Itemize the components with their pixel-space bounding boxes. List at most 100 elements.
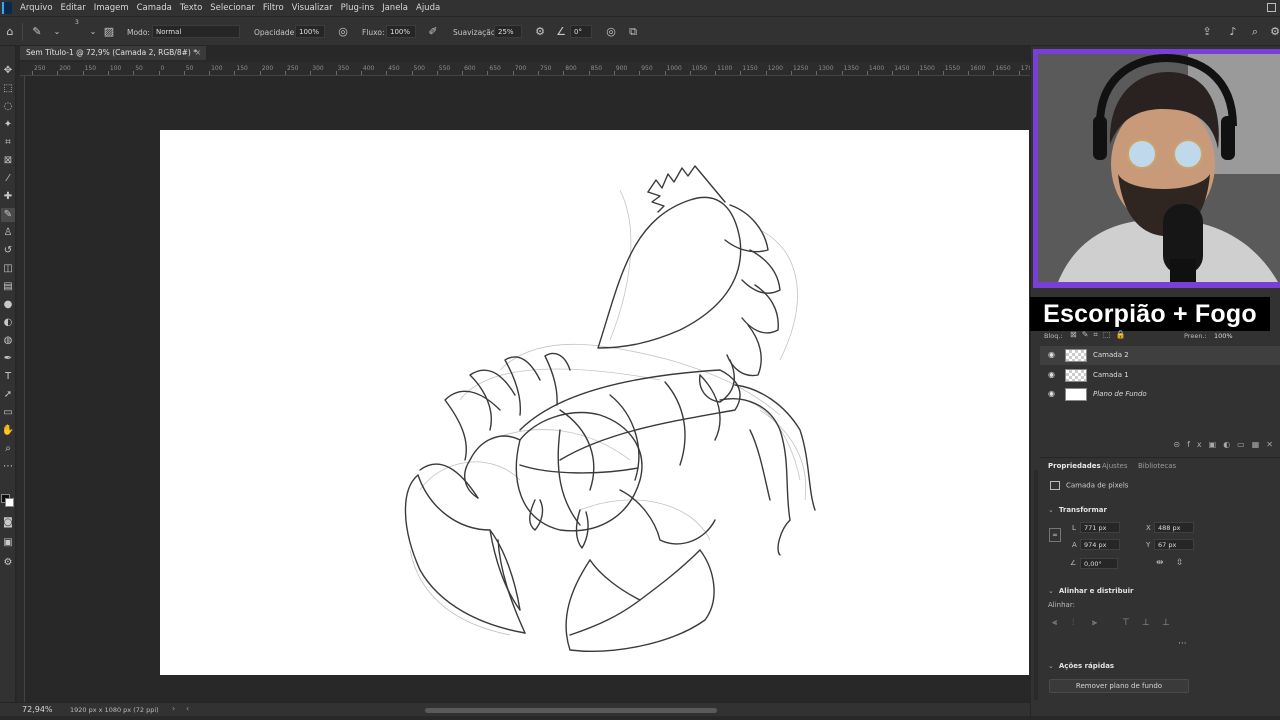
chevron-right-icon[interactable]: › [172, 704, 175, 713]
menu-editar[interactable]: Editar [57, 3, 90, 13]
canvas[interactable] [160, 130, 1029, 675]
pen-tool-icon[interactable]: ✒ [1, 352, 15, 366]
shape-tool-icon[interactable]: ▭ [1, 406, 15, 420]
menu-filtro[interactable]: Filtro [259, 3, 288, 13]
chevron-down-icon[interactable]: ⌄ [50, 25, 64, 39]
eye-icon[interactable]: ◉ [1048, 390, 1058, 398]
menu-plugins[interactable]: Plug-ins [337, 3, 379, 13]
quick-actions-section[interactable]: ⌄ Ações rápidas [1048, 662, 1114, 670]
gear-icon[interactable]: ⚙ [533, 25, 547, 39]
blur-tool-icon[interactable]: ● [1, 298, 15, 312]
frame-tool-icon[interactable]: ⊠ [1, 154, 15, 168]
chevron-down-icon[interactable]: ⌄ [1048, 662, 1054, 670]
panel-scrollbar[interactable] [1034, 470, 1038, 700]
layer-item[interactable]: ◉ Plano de Fundo [1040, 385, 1280, 404]
opacity-field[interactable]: 100% [295, 25, 325, 38]
align-center-h-icon[interactable]: ⫶ [1072, 618, 1074, 628]
menu-ajuda[interactable]: Ajuda [412, 3, 444, 13]
gradient-tool-icon[interactable]: ▤ [1, 280, 15, 294]
hand-tool-icon[interactable]: ✋ [1, 424, 15, 438]
search-icon[interactable]: ⌕ [1248, 25, 1262, 39]
history-brush-tool-icon[interactable]: ↺ [1, 244, 15, 258]
fill-value[interactable]: 100% [1214, 332, 1233, 340]
menu-janela[interactable]: Janela [378, 3, 412, 13]
x-field[interactable]: 488 px [1154, 522, 1194, 533]
mode-select[interactable]: Normal [152, 25, 240, 38]
brush-icon[interactable]: ✎ [30, 25, 44, 39]
eraser-tool-icon[interactable]: ◫ [1, 262, 15, 276]
sponge-tool-icon[interactable]: ◍ [1, 334, 15, 348]
tab-ajustes[interactable]: Ajustes [1102, 462, 1128, 470]
chevron-down-icon[interactable]: ⌄ [1048, 587, 1054, 595]
magic-wand-tool-icon[interactable]: ✦ [1, 118, 15, 132]
stamp-tool-icon[interactable]: ♙ [1, 226, 15, 240]
vertical-ruler[interactable] [17, 76, 25, 702]
crop-tool-icon[interactable]: ⌗ [1, 136, 15, 150]
flip-horizontal-icon[interactable]: ⇹ [1156, 558, 1164, 568]
zoom-tool-icon[interactable]: ⌕ [1, 442, 15, 456]
close-icon[interactable]: × [195, 46, 201, 60]
menu-visualizar[interactable]: Visualizar [288, 3, 337, 13]
y-field[interactable]: 67 px [1154, 539, 1194, 550]
symmetry-icon[interactable]: ⧉ [626, 25, 640, 39]
link-icon[interactable]: ∞ [1049, 528, 1061, 542]
width-field[interactable]: 771 px [1080, 522, 1120, 533]
airbrush-icon[interactable]: ✐ [426, 25, 440, 39]
align-left-icon[interactable]: ⫷ [1052, 618, 1057, 628]
menu-imagem[interactable]: Imagem [90, 3, 133, 13]
edit-toolbar-icon[interactable]: ⚙ [1, 556, 15, 570]
eyedropper-tool-icon[interactable]: ⁄ [1, 172, 15, 186]
brush-settings-panel-icon[interactable]: ▨ [102, 25, 116, 39]
move-tool-icon[interactable]: ✥ [1, 64, 15, 78]
flip-vertical-icon[interactable]: ⇳ [1176, 558, 1184, 568]
smoothing-field[interactable]: 25% [494, 25, 522, 38]
align-section[interactable]: ⌄ Alinhar e distribuir [1048, 587, 1133, 595]
flow-field[interactable]: 100% [386, 25, 416, 38]
eye-icon[interactable]: ◉ [1048, 351, 1058, 359]
type-tool-icon[interactable]: T [1, 370, 15, 384]
chevron-down-icon[interactable]: ⌄ [86, 25, 100, 39]
layer-panel-actions[interactable]: ⊝fx▣◐▭▦✕ [1040, 440, 1280, 452]
share-icon[interactable]: ⇪ [1200, 25, 1214, 39]
scroll-left-icon[interactable]: ‹ [186, 704, 189, 713]
marquee-tool-icon[interactable]: ⬚ [1, 82, 15, 96]
screen-mode-icon[interactable]: ▣ [1, 536, 15, 550]
remove-background-button[interactable]: Remover plano de fundo [1049, 679, 1189, 693]
eye-icon[interactable]: ◉ [1048, 371, 1058, 379]
dodge-tool-icon[interactable]: ◐ [1, 316, 15, 330]
zoom-level[interactable]: 72,94% [22, 705, 53, 714]
transform-section[interactable]: ⌄ Transformar [1048, 506, 1107, 514]
home-icon[interactable]: ⌂ [3, 25, 17, 39]
more-tools-icon[interactable]: ⋯ [1, 460, 15, 474]
menu-camada[interactable]: Camada [133, 3, 176, 13]
align-middle-v-icon[interactable]: ⊥ [1142, 618, 1150, 628]
path-selection-tool-icon[interactable]: ➚ [1, 388, 15, 402]
brush-preset-size[interactable]: 3 [75, 19, 79, 26]
horizontal-ruler[interactable]: 250 200 150 100 50 0 50 100 150 200 250 300 350 400 45… [20, 62, 1030, 76]
chevron-down-icon[interactable]: ⌄ [1048, 506, 1054, 514]
horizontal-scrollbar[interactable] [425, 708, 717, 713]
rotation-field[interactable]: 0,00° [1080, 558, 1118, 569]
background-color-swatch[interactable] [5, 498, 14, 507]
layer-item[interactable]: ◉ Camada 1 [1040, 366, 1280, 385]
pressure-size-icon[interactable]: ◎ [604, 25, 618, 39]
tab-bibliotecas[interactable]: Bibliotecas [1138, 462, 1176, 470]
bell-icon[interactable]: ♪ [1226, 25, 1240, 39]
menu-selecionar[interactable]: Selecionar [206, 3, 259, 13]
window-restore-button[interactable] [1267, 3, 1276, 12]
lasso-tool-icon[interactable]: ◌ [1, 100, 15, 114]
document-info[interactable]: 1920 px x 1080 px (72 ppi) [70, 706, 159, 714]
layer-item[interactable]: ◉ Camada 2 [1040, 346, 1280, 365]
document-tab[interactable]: Sem Título-1 @ 72,9% (Camada 2, RGB/8#) … [20, 46, 206, 60]
brush-tool-icon[interactable]: ✎ [1, 208, 15, 222]
lock-icons[interactable]: ⊠✎⌗⬚🔒 [1070, 330, 1130, 340]
workspace-icon[interactable]: ⚙ [1268, 25, 1280, 39]
pressure-opacity-icon[interactable]: ◎ [336, 25, 350, 39]
align-bottom-icon[interactable]: ⊥ [1162, 618, 1170, 628]
menu-texto[interactable]: Texto [176, 3, 206, 13]
quick-mask-icon[interactable]: ◙ [1, 516, 15, 530]
healing-tool-icon[interactable]: ✚ [1, 190, 15, 204]
height-field[interactable]: 974 px [1080, 539, 1120, 550]
menu-arquivo[interactable]: Arquivo [16, 3, 57, 13]
more-options-icon[interactable]: ··· [1178, 639, 1187, 649]
